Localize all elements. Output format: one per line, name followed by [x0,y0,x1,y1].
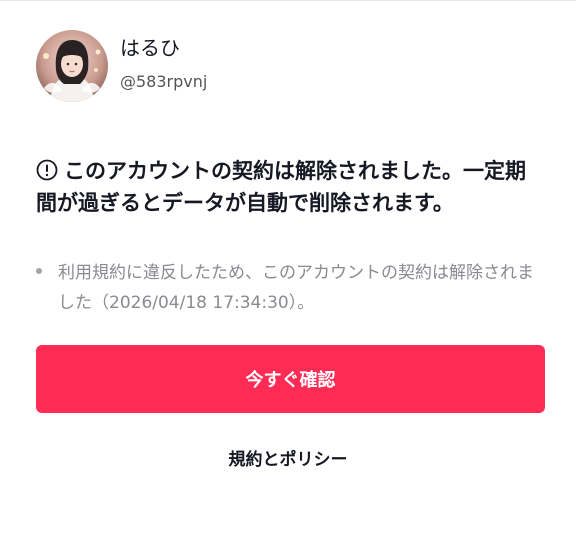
display-name: はるひ [120,36,180,60]
notice-detail: 利用規約に違反したため、このアカウントの契約は解除されました（2026/04/1… [36,258,541,318]
bullet-dot [36,268,42,274]
user-handle: @583rpvnj [120,72,208,91]
termination-notice-title: このアカウントの契約は解除されました。一定期間が過ぎるとデータが自動で削除されま… [36,155,546,219]
avatar [36,30,108,102]
top-divider [0,0,576,1]
avatar-image [36,30,108,102]
terms-and-policy-link[interactable]: 規約とポリシー [0,448,576,472]
account-header: はるひ @583rpvnj [36,30,207,102]
info-circle-icon [36,158,58,181]
notice-detail-text: 利用規約に違反したため、このアカウントの契約は解除されました（2026/04/1… [58,263,534,313]
confirm-now-button[interactable]: 今すぐ確認 [36,345,545,413]
notice-title-text: このアカウントの契約は解除されました。一定期間が過ぎるとデータが自動で削除されま… [36,159,526,215]
